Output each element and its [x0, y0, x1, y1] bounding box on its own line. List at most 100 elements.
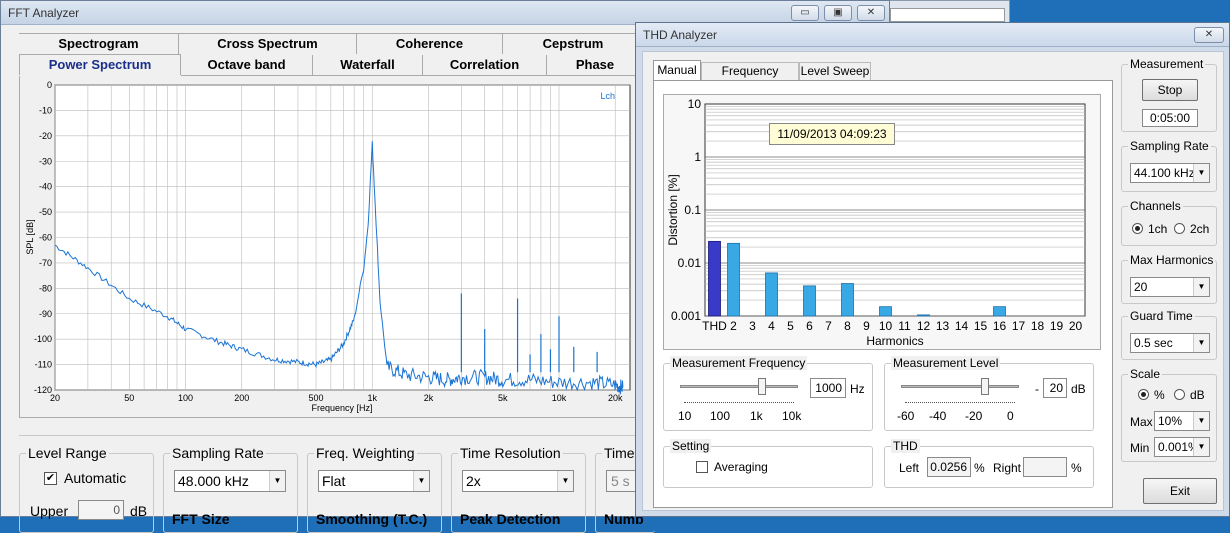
level-sign: -: [1035, 382, 1039, 396]
fft-size-label: FFT Size: [172, 511, 230, 527]
max-harmonics-select[interactable]: 20 ▼: [1130, 277, 1210, 297]
frequency-slider-ticks: [684, 399, 794, 403]
tab-coherence[interactable]: Coherence: [357, 34, 503, 54]
level-slider-track[interactable]: [901, 385, 1019, 388]
averaging-checkbox[interactable]: [696, 461, 708, 473]
stop-button[interactable]: Stop: [1142, 79, 1198, 101]
thd-x-tick-label: 7: [825, 319, 832, 333]
fft-y-tick-label: -90: [39, 309, 52, 319]
fft-tab-row-1: Spectrogram Cross Spectrum Coherence Cep…: [19, 33, 639, 54]
channel-label: Lch: [600, 91, 615, 101]
frequency-input[interactable]: 1000: [810, 378, 846, 398]
thd-readout-group: THD Left 0.0256 % Right %: [884, 439, 1094, 488]
radio-dot: [1141, 392, 1146, 397]
measurement-group: Measurement Stop 0:05:00: [1121, 57, 1217, 132]
background-window-field: [890, 8, 1005, 22]
maximize-button[interactable]: ▣: [824, 5, 852, 21]
chevron-down-icon[interactable]: ▼: [1193, 164, 1209, 182]
harmonic-bar: [727, 242, 740, 317]
tab-cepstrum[interactable]: Cepstrum: [503, 34, 643, 54]
thd-x-tick-label: 6: [806, 319, 813, 333]
tab-cross-spectrum[interactable]: Cross Spectrum: [179, 34, 357, 54]
upper-label: Upper: [30, 503, 69, 519]
frequency-slider-track[interactable]: [680, 385, 798, 388]
freq-weighting-value: Flat: [322, 473, 346, 489]
tab-waterfall[interactable]: Waterfall: [313, 55, 423, 76]
thd-title-bar: THD Analyzer ✕: [636, 23, 1229, 47]
automatic-checkbox[interactable]: ✔: [44, 472, 57, 485]
chevron-down-icon[interactable]: ▼: [1193, 438, 1209, 456]
fft-y-tick-label: -40: [39, 182, 52, 192]
tab-power-spectrum[interactable]: Power Spectrum: [19, 54, 181, 75]
close-button[interactable]: ✕: [857, 5, 885, 21]
channels-group: Channels 1ch 2ch: [1121, 199, 1217, 246]
freq-weighting-select[interactable]: Flat ▼: [318, 470, 430, 492]
thd-sampling-rate-select[interactable]: 44.100 kHz ▼: [1130, 163, 1210, 183]
level-tick-40: -40: [929, 409, 947, 423]
tab-spectrogram[interactable]: Spectrogram: [19, 34, 179, 54]
level-range-group: Level Range ✔ Automatic Upper 0 dB: [19, 445, 154, 533]
thd-x-axis-label: Harmonics: [866, 334, 923, 348]
thd-x-tick-label: 17: [1012, 319, 1026, 333]
thd-close-button[interactable]: ✕: [1194, 27, 1224, 43]
thd-x-tick-label: 5: [787, 319, 794, 333]
automatic-label: Automatic: [64, 470, 127, 486]
guard-time-select[interactable]: 0.5 sec ▼: [1130, 333, 1210, 353]
time-label: Time: [602, 445, 637, 461]
level-slider-ticks: [905, 399, 1015, 403]
smoothing-label: Smoothing (T.C.): [316, 511, 428, 527]
scale-max-select[interactable]: 10% ▼: [1154, 411, 1210, 431]
chevron-down-icon[interactable]: ▼: [413, 471, 429, 491]
fft-y-tick-label: -80: [39, 283, 52, 293]
measurement-frequency-group: Measurement Frequency 10 100 1k 10k 1000…: [663, 356, 873, 431]
scale-percent-radio[interactable]: [1138, 389, 1149, 400]
tab-phase[interactable]: Phase: [547, 55, 643, 76]
thd-tab-manual[interactable]: Manual: [653, 60, 701, 80]
thd-sampling-rate-label: Sampling Rate: [1128, 139, 1211, 153]
thd-x-tick-label: THD: [702, 319, 727, 333]
thd-left-unit: %: [974, 461, 985, 475]
freq-weighting-label: Freq. Weighting: [314, 445, 417, 461]
time-resolution-select[interactable]: 2x ▼: [462, 470, 574, 492]
time-resolution-value: 2x: [466, 473, 481, 489]
sampling-rate-select[interactable]: 48.000 kHz ▼: [174, 470, 286, 492]
chevron-down-icon[interactable]: ▼: [1193, 334, 1209, 352]
sampling-rate-thd-group: Sampling Rate 44.100 kHz ▼: [1121, 139, 1217, 192]
fft-x-tick-label: 2k: [424, 393, 434, 403]
frequency-unit: Hz: [850, 382, 865, 396]
tab-correlation[interactable]: Correlation: [423, 55, 547, 76]
channel-1ch-radio[interactable]: [1132, 223, 1143, 234]
channel-2ch-radio[interactable]: [1174, 223, 1185, 234]
frequency-slider-thumb[interactable]: [758, 378, 766, 395]
chevron-down-icon[interactable]: ▼: [1193, 412, 1209, 430]
thd-x-tick-label: 10: [879, 319, 893, 333]
fft-x-tick-label: 50: [124, 393, 134, 403]
power-spectrum-chart: 0-10-20-30-40-50-60-70-80-90-100-110-120…: [25, 80, 631, 413]
fft-y-axis-label: SPL [dB]: [25, 219, 35, 254]
freq-tick-10: 10: [678, 409, 692, 423]
exit-button[interactable]: Exit: [1143, 478, 1217, 504]
chevron-down-icon[interactable]: ▼: [557, 471, 573, 491]
thd-tab-frequency-sweep[interactable]: Frequency Sweep: [701, 62, 799, 94]
thd-right-unit: %: [1071, 461, 1082, 475]
chevron-down-icon[interactable]: ▼: [269, 471, 285, 491]
level-input[interactable]: 20: [1043, 378, 1067, 398]
upper-input[interactable]: 0: [78, 500, 124, 520]
thd-y-tick-label: 10: [688, 97, 702, 111]
fft-y-tick-label: -110: [35, 360, 52, 370]
scale-db-radio[interactable]: [1174, 389, 1185, 400]
thd-y-tick-label: 0.01: [678, 256, 702, 270]
fft-y-tick-label: -60: [39, 233, 52, 243]
thd-right-value: [1023, 457, 1067, 477]
level-slider-thumb[interactable]: [981, 378, 989, 395]
thd-bar: [708, 240, 721, 317]
max-harmonics-value: 20: [1134, 280, 1148, 294]
guard-time-label: Guard Time: [1128, 309, 1195, 323]
chevron-down-icon[interactable]: ▼: [1193, 278, 1209, 296]
minimize-button[interactable]: ▭: [791, 5, 819, 21]
exit-button-label: Exit: [1169, 484, 1190, 498]
thd-tab-level-sweep-label: Level Sweep: [800, 64, 870, 78]
thd-tab-level-sweep[interactable]: Level Sweep: [799, 62, 871, 80]
scale-min-select[interactable]: 0.001% ▼: [1154, 437, 1210, 457]
tab-octave-band[interactable]: Octave band: [181, 55, 313, 76]
